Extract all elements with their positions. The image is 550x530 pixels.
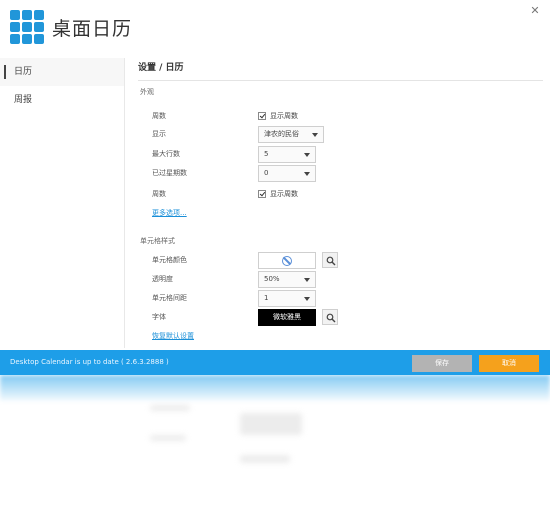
cell-spacing-row: 单元格间距 1 [152,290,532,308]
window-reflection [0,375,550,530]
cell-spacing-select[interactable]: 1 [258,290,316,307]
title-bar: 桌面日历 ✕ [0,0,550,52]
reset-defaults-link[interactable]: 恢复默认设置 [152,331,194,341]
display-row: 显示 津农的民俗 [152,126,532,144]
status-bar: Desktop Calendar is up to date ( 2.6.3.2… [0,350,550,375]
divider [138,80,543,81]
magnifier-icon [326,313,336,323]
max-rows-select[interactable]: 5 [258,146,316,163]
weeks-value: 0 [264,169,269,177]
display-label: 显示 [152,130,166,138]
settings-content: 设置 / 日历 外观 周数 显示周数 显示 津农的民俗 最大行数 5 已过星期数… [138,58,543,348]
chevron-down-icon [304,172,310,176]
opacity-select[interactable]: 50% [258,271,316,288]
checkbox-label: 显示周数 [270,190,298,198]
sidebar-item-calendar[interactable]: 日历 [0,58,124,86]
display-select[interactable]: 津农的民俗 [258,126,324,143]
color-picker-button[interactable] [322,252,338,268]
week-number-label: 周数 [152,112,166,120]
cell-color-row: 单元格颜色 [152,252,532,270]
cell-color-label: 单元格颜色 [152,256,187,264]
weeks-row: 已过星期数 0 [152,165,532,183]
reflection-shape [150,435,186,441]
checkbox-checked-icon[interactable] [258,190,266,198]
opacity-row: 透明度 50% [152,271,532,289]
day-number-row: 周数 显示周数 [152,186,532,204]
chevron-down-icon [304,297,310,301]
no-color-icon [282,256,292,266]
update-status-text: Desktop Calendar is up to date ( 2.6.3.2… [10,358,169,366]
max-rows-row: 最大行数 5 [152,146,532,164]
cell-spacing-label: 单元格间距 [152,294,187,302]
grid-logo-icon [10,10,44,44]
max-rows-value: 5 [264,150,269,158]
cell-spacing-value: 1 [264,294,269,302]
checkbox-label: 显示周数 [270,112,298,120]
chevron-down-icon [304,153,310,157]
reflection-band [0,375,550,401]
display-select-value: 津农的民俗 [264,130,299,138]
close-icon[interactable]: ✕ [528,4,542,18]
weeks-select[interactable]: 0 [258,165,316,182]
sidebar-item-label: 周报 [14,95,33,105]
sidebar: 日历 周报 [0,58,125,348]
font-preview[interactable]: 微软雅黑 [258,309,316,326]
cell-color-swatch[interactable] [258,252,316,269]
breadcrumb: 设置 / 日历 [138,63,184,73]
reflection-shape [240,455,290,463]
app-title: 桌面日历 [52,18,133,40]
save-button[interactable]: 保存 [412,355,472,372]
settings-window: 桌面日历 ✕ 日历 周报 设置 / 日历 外观 周数 显示周数 显示 津农的民俗 [0,0,550,375]
font-picker-button[interactable] [322,309,338,325]
sidebar-item-weekly[interactable]: 周报 [0,86,124,114]
font-row: 字体 微软雅黑 [152,309,532,327]
weeks-label: 已过星期数 [152,169,187,177]
more-options-link[interactable]: 更多选项... [152,208,187,218]
show-day-number-checkbox[interactable]: 显示周数 [258,189,298,199]
week-number-row: 周数 显示周数 [152,108,532,126]
cancel-button[interactable]: 取消 [479,355,539,372]
max-rows-label: 最大行数 [152,150,180,158]
show-week-number-checkbox[interactable]: 显示周数 [258,111,298,121]
opacity-value: 50% [264,275,280,283]
reflection-shape [150,405,190,411]
sidebar-item-label: 日历 [14,67,33,77]
day-number-label: 周数 [152,190,166,198]
chevron-down-icon [304,278,310,282]
font-label: 字体 [152,313,166,321]
magnifier-icon [326,256,336,266]
opacity-label: 透明度 [152,275,173,283]
chevron-down-icon [312,133,318,137]
section-title-appearance: 外观 [140,88,154,96]
section-title-cell-style: 单元格样式 [140,237,175,245]
reflection-shape [240,413,302,435]
checkbox-checked-icon[interactable] [258,112,266,120]
